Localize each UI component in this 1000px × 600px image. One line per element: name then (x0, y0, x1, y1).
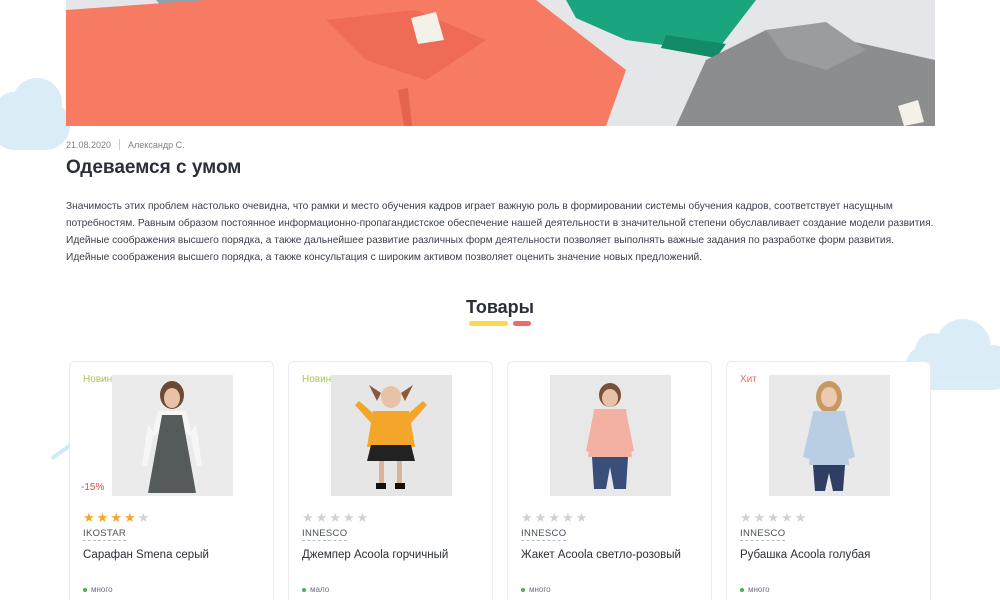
stock-status: много (740, 585, 770, 594)
stock-label: много (91, 585, 113, 594)
star-empty-icon: ★ (521, 510, 533, 525)
stock-dot-icon (740, 587, 744, 592)
product-image[interactable] (112, 375, 233, 496)
stock-dot-icon (302, 587, 306, 592)
product-brand-link[interactable]: INNESCO (521, 528, 567, 541)
meta-divider (119, 139, 121, 150)
star-filled-icon: ★ (96, 510, 109, 525)
discount-badge: -15% (81, 482, 105, 493)
product-name-link[interactable]: Джемпер Acoola горчичный (302, 549, 448, 561)
rating-stars: ★ ★ ★ ★ ★ (302, 511, 368, 524)
star-empty-icon: ★ (548, 510, 560, 525)
stock-status: мало (302, 585, 329, 594)
star-empty-icon: ★ (137, 510, 150, 525)
stock-label: мало (310, 585, 330, 594)
product-image[interactable] (550, 375, 671, 496)
star-empty-icon: ★ (740, 510, 752, 525)
product-image[interactable] (769, 375, 890, 496)
product-name-link[interactable]: Рубашка Acoola голубая (740, 549, 870, 561)
product-badge: Хит (740, 374, 757, 385)
stock-dot-icon (521, 587, 525, 592)
product-cards: Новинка -15% ★ ★ ★ ★ ★ IKOSTAR Сарафан S… (69, 361, 931, 600)
star-empty-icon: ★ (356, 510, 369, 525)
product-brand-link[interactable]: INNESCO (302, 528, 348, 541)
star-filled-icon: ★ (123, 510, 136, 525)
star-empty-icon: ★ (302, 510, 314, 525)
rating-stars: ★ ★ ★ ★ ★ (83, 511, 149, 524)
stock-dot-icon (83, 587, 87, 592)
product-card[interactable]: Хит ★ ★ ★ ★ ★ INNESCO Рубашка Acoola гол… (726, 361, 931, 600)
article-paragraph: Значимость этих проблем настолько очевид… (66, 201, 934, 263)
product-name-link[interactable]: Сарафан Smena серый (83, 549, 209, 561)
star-empty-icon: ★ (780, 510, 793, 525)
product-name-link[interactable]: Жакет Acoola светло-розовый (521, 549, 681, 561)
star-empty-icon: ★ (794, 510, 807, 525)
star-empty-icon: ★ (534, 510, 547, 525)
product-card[interactable]: Новинка ★ ★ ★ ★ ★ INNESCO Джемпер Acoola… (288, 361, 493, 600)
star-empty-icon: ★ (767, 510, 779, 525)
rating-stars: ★ ★ ★ ★ ★ (521, 511, 587, 524)
section-accent-yellow (469, 321, 508, 326)
section-accent-red (513, 321, 531, 326)
star-filled-icon: ★ (110, 510, 122, 525)
star-empty-icon: ★ (561, 510, 574, 525)
product-card[interactable]: ★ ★ ★ ★ ★ INNESCO Жакет Acoola светло-ро… (507, 361, 712, 600)
product-image[interactable] (331, 375, 452, 496)
star-empty-icon: ★ (342, 510, 355, 525)
product-brand-link[interactable]: IKOSTAR (83, 528, 127, 541)
star-empty-icon: ★ (315, 510, 328, 525)
products-section-title: Товары (465, 297, 535, 317)
star-empty-icon: ★ (329, 510, 341, 525)
stock-status: много (83, 585, 113, 594)
star-empty-icon: ★ (575, 510, 588, 525)
star-empty-icon: ★ (753, 510, 766, 525)
article-date: 21.08.2020 (66, 139, 112, 150)
article-hero-image (66, 0, 935, 126)
rating-stars: ★ ★ ★ ★ ★ (740, 511, 806, 524)
product-brand-link[interactable]: INNESCO (740, 528, 786, 541)
star-filled-icon: ★ (83, 510, 95, 525)
article-title: Одеваемся с умом (66, 157, 242, 178)
stock-label: много (748, 585, 770, 594)
article-author-link[interactable]: Александр С. (128, 140, 185, 150)
stock-status: много (521, 585, 551, 594)
decorative-cloud-left (0, 78, 70, 150)
article-meta: 21.08.2020 Александр С. (66, 139, 185, 150)
stock-label: много (529, 585, 551, 594)
product-card[interactable]: Новинка -15% ★ ★ ★ ★ ★ IKOSTAR Сарафан S… (69, 361, 274, 600)
